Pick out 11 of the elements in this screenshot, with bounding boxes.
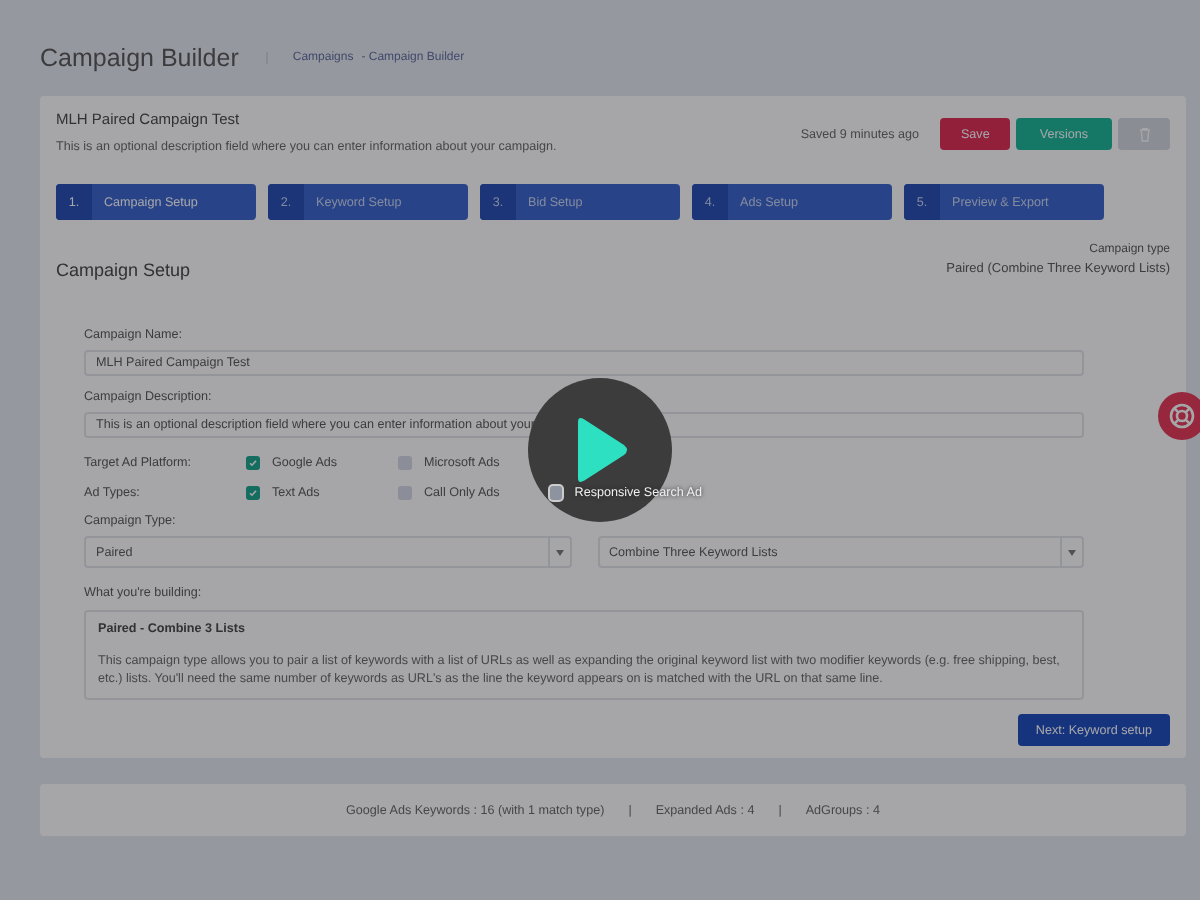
trash-icon [1139, 127, 1149, 141]
checkbox[interactable] [550, 486, 563, 500]
caret-icon [555, 549, 563, 555]
checkbox[interactable] [398, 456, 412, 470]
checkbox[interactable] [246, 456, 260, 470]
caret-icon [1068, 549, 1076, 555]
page-title: Campaign Builder [40, 44, 239, 72]
checkbox[interactable] [398, 486, 412, 500]
checkbox[interactable] [246, 486, 260, 500]
section-title: Campaign Setup [56, 260, 191, 280]
lifebuoy-icon [1168, 402, 1196, 430]
